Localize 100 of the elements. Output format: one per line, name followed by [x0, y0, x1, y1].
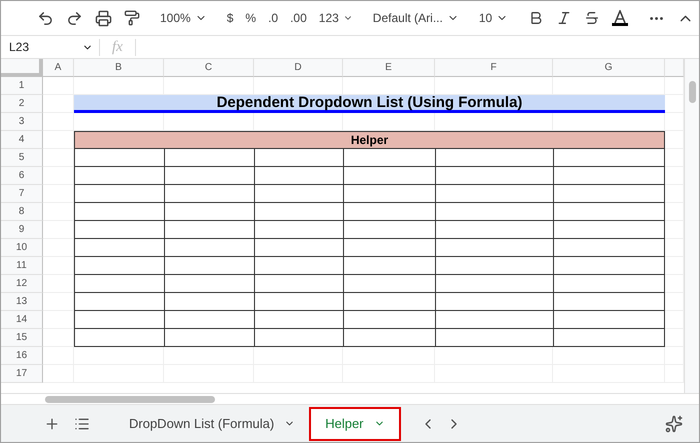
table-cell[interactable] — [435, 275, 553, 293]
row-header[interactable]: 8 — [1, 203, 43, 221]
column-header[interactable]: F — [435, 59, 553, 77]
table-cell[interactable] — [74, 275, 164, 293]
table-cell[interactable] — [164, 293, 254, 311]
sheet-tab[interactable]: DropDown List (Formula) — [115, 406, 310, 440]
table-cell[interactable] — [254, 221, 343, 239]
table-cell[interactable] — [254, 275, 343, 293]
table-cell[interactable] — [74, 329, 164, 347]
table-cell[interactable] — [553, 275, 665, 293]
percent-button[interactable]: % — [239, 4, 262, 32]
scrollbar-thumb[interactable] — [688, 81, 696, 103]
row-header[interactable]: 1 — [1, 77, 43, 95]
increase-decimals-button[interactable]: .00 — [284, 4, 313, 32]
table-cell[interactable] — [254, 239, 343, 257]
row-header[interactable]: 14 — [1, 311, 43, 329]
table-cell[interactable] — [164, 257, 254, 275]
table-cell[interactable] — [74, 293, 164, 311]
row-header[interactable]: 11 — [1, 257, 43, 275]
row-header[interactable]: 3 — [1, 113, 43, 131]
row-header[interactable]: 6 — [1, 167, 43, 185]
column-header[interactable]: A — [43, 59, 74, 77]
row-header[interactable]: 12 — [1, 275, 43, 293]
table-cell[interactable] — [74, 257, 164, 275]
grid-cell[interactable] — [553, 347, 665, 365]
table-cell[interactable] — [435, 293, 553, 311]
table-cell[interactable] — [435, 257, 553, 275]
grid-cell[interactable] — [43, 221, 74, 239]
table-cell[interactable] — [435, 185, 553, 203]
row-header[interactable]: 5 — [1, 149, 43, 167]
table-cell[interactable] — [164, 221, 254, 239]
row-header[interactable]: 4 — [1, 131, 43, 149]
table-cell[interactable] — [164, 239, 254, 257]
table-cell[interactable] — [343, 221, 435, 239]
row-header[interactable]: 13 — [1, 293, 43, 311]
table-cell[interactable] — [254, 149, 343, 167]
table-cell[interactable] — [343, 167, 435, 185]
scrollbar-thumb[interactable] — [45, 396, 215, 402]
column-header[interactable]: C — [164, 59, 254, 77]
grid-cell[interactable] — [43, 167, 74, 185]
font-size-dropdown[interactable]: 10 — [472, 4, 514, 32]
row-header[interactable]: 10 — [1, 239, 43, 257]
table-cell[interactable] — [164, 203, 254, 221]
table-cell[interactable] — [553, 311, 665, 329]
column-header[interactable]: D — [254, 59, 343, 77]
grid-cell[interactable] — [43, 185, 74, 203]
grid-cell[interactable] — [254, 347, 343, 365]
grid-cell[interactable] — [43, 257, 74, 275]
grid-cell[interactable] — [43, 311, 74, 329]
table-cell[interactable] — [553, 329, 665, 347]
table-cell[interactable] — [343, 275, 435, 293]
decrease-decimals-button[interactable]: .0 — [262, 4, 284, 32]
table-cell[interactable] — [553, 149, 665, 167]
row-header[interactable]: 17 — [1, 365, 43, 383]
table-cell[interactable] — [164, 185, 254, 203]
grid-cell[interactable] — [43, 275, 74, 293]
row-header[interactable]: 15 — [1, 329, 43, 347]
grid-cell[interactable] — [74, 347, 164, 365]
name-box[interactable]: L23 — [1, 40, 99, 54]
table-cell[interactable] — [74, 311, 164, 329]
table-cell[interactable] — [343, 257, 435, 275]
table-cell[interactable] — [74, 185, 164, 203]
table-cell[interactable] — [435, 167, 553, 185]
table-cell[interactable] — [254, 167, 343, 185]
table-cell[interactable] — [343, 239, 435, 257]
table-cell[interactable] — [553, 239, 665, 257]
table-cell[interactable] — [553, 257, 665, 275]
grid-cell[interactable] — [43, 149, 74, 167]
table-cell[interactable] — [254, 257, 343, 275]
table-cell[interactable] — [254, 311, 343, 329]
grid-cell[interactable] — [343, 347, 435, 365]
table-cell[interactable] — [74, 221, 164, 239]
sheet-tab[interactable]: Helper — [309, 406, 400, 440]
table-cell[interactable] — [343, 203, 435, 221]
table-cell[interactable] — [74, 203, 164, 221]
table-cell[interactable] — [254, 329, 343, 347]
table-cell[interactable] — [254, 203, 343, 221]
table-cell[interactable] — [435, 329, 553, 347]
grid-cell[interactable] — [43, 347, 74, 365]
table-cell[interactable] — [435, 203, 553, 221]
grid-cell[interactable] — [43, 329, 74, 347]
table-cell[interactable] — [435, 311, 553, 329]
table-cell[interactable] — [164, 167, 254, 185]
grid-cell[interactable] — [43, 293, 74, 311]
table-cell[interactable] — [254, 293, 343, 311]
row-header[interactable]: 9 — [1, 221, 43, 239]
table-cell[interactable] — [164, 275, 254, 293]
table-cell[interactable] — [343, 149, 435, 167]
row-header[interactable]: 16 — [1, 347, 43, 365]
column-header[interactable]: G — [553, 59, 665, 77]
table-cell[interactable] — [435, 221, 553, 239]
table-cell[interactable] — [343, 329, 435, 347]
grid-cell[interactable] — [43, 113, 74, 131]
table-cell[interactable] — [254, 185, 343, 203]
table-cell[interactable] — [343, 185, 435, 203]
table-cell[interactable] — [343, 293, 435, 311]
grid-cell[interactable] — [43, 77, 74, 95]
table-cell[interactable] — [164, 329, 254, 347]
grid-cell[interactable] — [164, 347, 254, 365]
table-cell[interactable] — [74, 149, 164, 167]
